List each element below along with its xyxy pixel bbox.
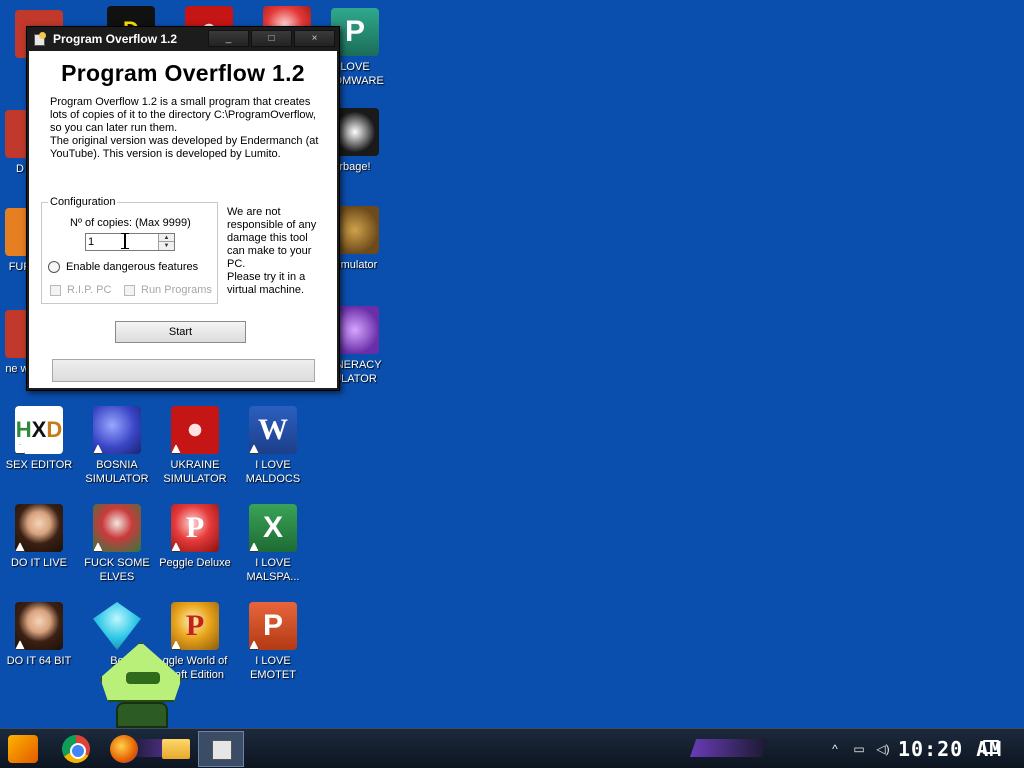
start-menu-button[interactable] bbox=[8, 735, 38, 763]
program-overflow-taskbar-icon bbox=[212, 740, 232, 760]
configuration-group: Configuration Nº of copies: (Max 9999) ▲… bbox=[41, 196, 218, 304]
app-description: Program Overflow 1.2 is a small program … bbox=[50, 96, 319, 160]
file-explorer-icon[interactable] bbox=[162, 739, 190, 759]
mascot-body bbox=[116, 702, 168, 728]
dangerous-features-radio[interactable] bbox=[48, 261, 60, 273]
chevron-up-icon[interactable]: ^ bbox=[826, 742, 844, 756]
peggle-icon: P bbox=[171, 504, 219, 552]
run-programs-option: Run Programs bbox=[124, 284, 212, 296]
copies-label: Nº of copies: (Max 9999) bbox=[70, 217, 191, 229]
minimize-button[interactable]: _ bbox=[208, 30, 249, 47]
maximize-button[interactable]: □ bbox=[251, 30, 292, 47]
rip-pc-checkbox bbox=[50, 284, 61, 296]
hxd-icon: HXD bbox=[15, 406, 63, 454]
desktop-icon-i-love-emotet[interactable]: P I LOVE EMOTET bbox=[234, 602, 312, 682]
app-heading: Program Overflow 1.2 bbox=[61, 60, 305, 86]
taskbar-decoration-right bbox=[690, 739, 768, 757]
progress-bar bbox=[52, 359, 315, 382]
notifications-icon[interactable] bbox=[983, 740, 999, 754]
desktop-icon-i-love-maldocs[interactable]: W I LOVE MALDOCS bbox=[234, 406, 312, 486]
desktop-icon-sex-editor[interactable]: HXD SEX EDITOR bbox=[0, 406, 78, 472]
desktop-icon-bosnia-simulator[interactable]: BOSNIA SIMULATOR bbox=[78, 406, 156, 486]
configuration-legend: Configuration bbox=[48, 196, 118, 208]
program-overflow-window: Program Overflow 1.2 _ □ × Program Overf… bbox=[26, 26, 340, 391]
taskbar: ^ ▭ ◁) 10:20 AM bbox=[0, 728, 1024, 768]
desktop-icon-fuck-some-elves[interactable]: FUCK SOME ELVES bbox=[78, 504, 156, 584]
powerpoint-icon: P bbox=[249, 602, 297, 650]
desktop-icon-i-love-malspam[interactable]: X I LOVE MALSPA... bbox=[234, 504, 312, 584]
elves-icon bbox=[93, 504, 141, 552]
portrait-64-icon bbox=[15, 602, 63, 650]
mascot-visor bbox=[126, 672, 160, 684]
network-icon[interactable]: ▭ bbox=[850, 742, 868, 756]
run-programs-checkbox bbox=[124, 284, 135, 296]
desktop-icon-peggle-deluxe[interactable]: P Peggle Deluxe bbox=[156, 504, 234, 570]
desktop-icon-do-it-live[interactable]: DO IT LIVE bbox=[0, 504, 78, 570]
window-client-area: Program Overflow 1.2 Program Overflow 1.… bbox=[29, 51, 337, 388]
desktop-icon-ukraine-simulator[interactable]: UKRAINE SIMULATOR bbox=[156, 406, 234, 486]
system-tray: ^ ▭ ◁) bbox=[826, 729, 898, 768]
close-button[interactable]: × bbox=[294, 30, 335, 47]
spin-up-button[interactable]: ▲ bbox=[159, 234, 174, 242]
desktop-icon-do-it-64-bit[interactable]: DO IT 64 BIT bbox=[0, 602, 78, 668]
chrome-icon[interactable] bbox=[62, 735, 90, 763]
rip-pc-label: R.I.P. PC bbox=[67, 284, 112, 296]
radiation-icon bbox=[171, 406, 219, 454]
copies-spin-buttons: ▲ ▼ bbox=[158, 234, 174, 250]
rip-pc-option: R.I.P. PC bbox=[50, 284, 111, 296]
dangerous-features-label: Enable dangerous features bbox=[66, 261, 199, 273]
portrait-icon bbox=[15, 504, 63, 552]
firefox-icon[interactable] bbox=[110, 735, 138, 763]
window-title: Program Overflow 1.2 bbox=[53, 32, 178, 46]
word-icon: W bbox=[249, 406, 297, 454]
start-button[interactable]: Start bbox=[115, 321, 246, 343]
text-cursor-icon bbox=[121, 233, 132, 249]
volume-icon[interactable]: ◁) bbox=[874, 742, 892, 756]
run-programs-label: Run Programs bbox=[141, 284, 212, 296]
window-controls: _ □ × bbox=[206, 30, 335, 47]
app-window-icon bbox=[33, 32, 47, 46]
dangerous-features-option[interactable]: Enable dangerous features bbox=[48, 261, 198, 273]
mine-icon bbox=[93, 406, 141, 454]
spin-down-button[interactable]: ▼ bbox=[159, 242, 174, 250]
copies-input[interactable] bbox=[88, 235, 158, 249]
desktop-mascot[interactable] bbox=[98, 632, 184, 728]
taskbar-program-overflow[interactable] bbox=[198, 731, 244, 767]
excel-icon: X bbox=[249, 504, 297, 552]
disclaimer-note: We are not responsible of any damage thi… bbox=[227, 206, 317, 296]
